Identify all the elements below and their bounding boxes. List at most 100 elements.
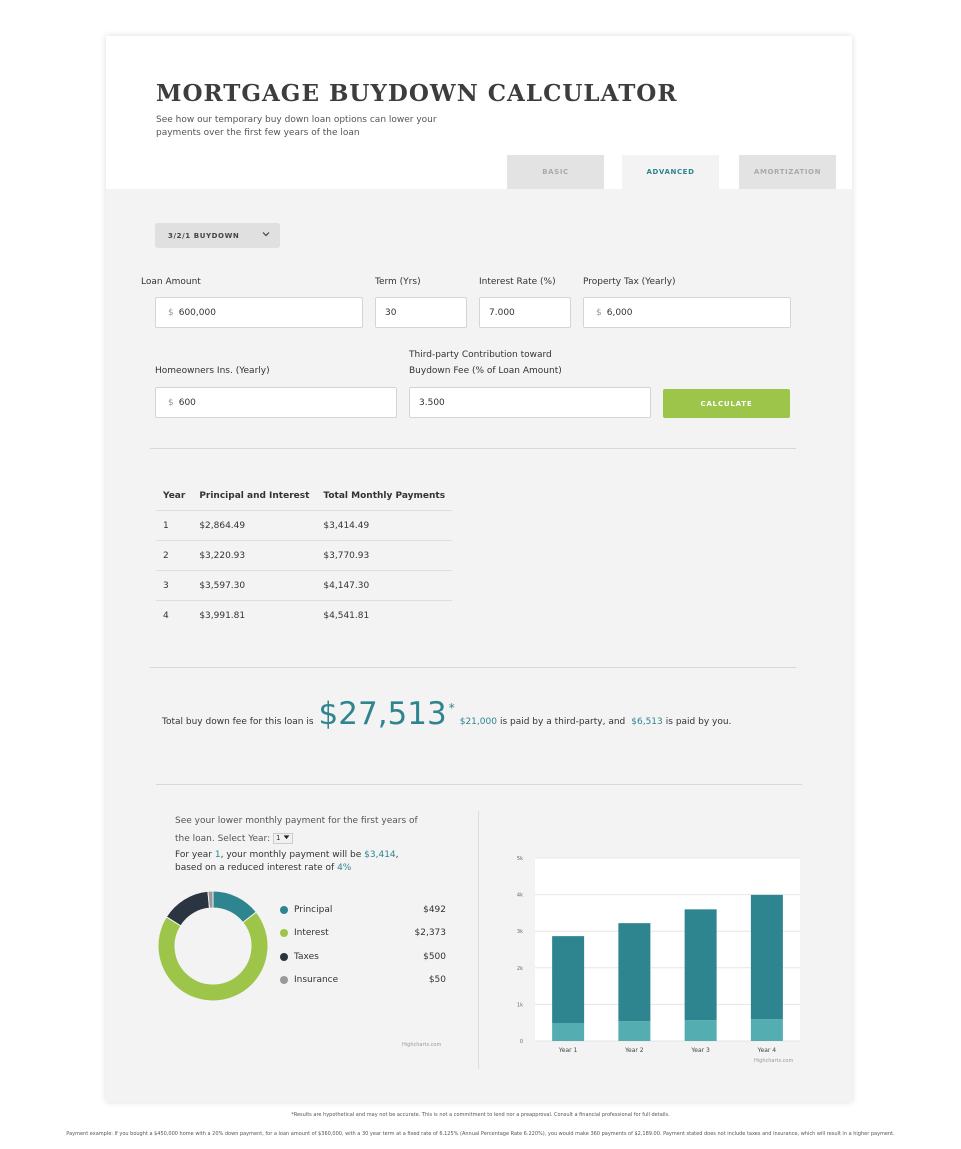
table-header-row: Year Principal and Interest Total Monthl… [156, 481, 453, 511]
legend-amount: $50 [428, 975, 446, 985]
bar-segment [684, 909, 717, 1021]
payment-donut-chart [157, 890, 269, 1002]
tab-amortization[interactable]: AMORTIZATION [739, 155, 836, 189]
contribution-value: 3.500 [419, 397, 445, 408]
total-fee-value: $27,513 [318, 696, 447, 732]
currency-symbol: $ [168, 307, 174, 318]
rate-text: based on a reduced interest rate of [175, 863, 335, 873]
legend-row-insurance: Insurance $50 [280, 973, 446, 987]
highcharts-credit[interactable]: Highcharts.com [754, 1058, 793, 1064]
column-header-year: Year [156, 481, 193, 511]
chevron-down-icon [283, 835, 290, 840]
term-input[interactable]: 30 [375, 297, 467, 328]
homeowners-ins-value: 600 [178, 397, 196, 408]
payment-example-text: Payment example: If you bought a $450,00… [66, 1131, 895, 1137]
term-label: Term (Yrs) [375, 277, 421, 287]
buydown-type-value: 3/2/1 BUYDOWN [168, 231, 240, 240]
contribution-label-line1: Third-party Contribution toward [409, 350, 552, 360]
table-row: 2 $3,220.93 $3,770.93 [156, 540, 453, 571]
table-row: 4 $3,991.81 $4,541.81 [156, 601, 452, 631]
y-tick-label: 0 [520, 1039, 523, 1045]
contribution-input[interactable]: 3.500 [409, 387, 651, 418]
page-title: MORTGAGE BUYDOWN CALCULATOR [156, 80, 678, 107]
legend-amount: $492 [423, 905, 446, 915]
year-payment-line: For year 1, your monthly payment will be… [175, 849, 475, 862]
year-text: , [395, 850, 399, 860]
table-cell: $3,220.93 [192, 540, 317, 571]
year-select-value: 1 [276, 834, 281, 842]
you-text: is paid by you. [665, 717, 732, 727]
calculator-card: MORTGAGE BUYDOWN CALCULATOR See how our … [106, 36, 852, 1118]
term-value: 30 [385, 307, 397, 318]
fee-prefix: Total buy down fee for this loan is [162, 717, 314, 727]
y-tick-label: 5k [517, 856, 523, 862]
intro-line1: See your lower monthly payment for the f… [175, 816, 418, 826]
rate-value: 4% [337, 863, 352, 873]
tab-advanced[interactable]: ADVANCED [622, 155, 719, 189]
legend-dot [280, 929, 288, 937]
chevron-down-icon [262, 232, 270, 237]
y-tick-label: 2k [517, 966, 523, 972]
homeowners-ins-input[interactable]: $600 [155, 387, 397, 418]
property-tax-label: Property Tax (Yearly) [583, 277, 676, 287]
x-tick-label: Year 4 [757, 1047, 777, 1054]
x-tick-label: Year 2 [624, 1047, 644, 1054]
y-tick-label: 3k [517, 929, 523, 935]
legend-label: Insurance [294, 975, 339, 985]
x-tick-label: Year 3 [690, 1047, 710, 1054]
loan-amount-input[interactable]: $600,000 [155, 297, 363, 328]
column-header-principal-interest: Principal and Interest [192, 481, 317, 511]
year-text: For year [175, 850, 213, 860]
interest-rate-value: 7.000 [489, 307, 515, 318]
legend-row-principal: Principal $492 [280, 903, 446, 917]
table-cell: $3,770.93 [316, 540, 453, 571]
table-cell: 4 [163, 610, 169, 621]
year-payment-summary: For year 1, your monthly payment will be… [175, 849, 475, 875]
buydown-type-select[interactable]: 3/2/1 BUYDOWN [155, 223, 280, 248]
bar-segment [750, 1019, 783, 1041]
legend-amount: $2,373 [414, 928, 447, 938]
legend-row-taxes: Taxes $500 [280, 950, 446, 964]
year-select[interactable]: 1 [273, 833, 293, 844]
page-subtitle: See how our temporary buy down loan opti… [156, 115, 437, 138]
table-cell: $3,597.30 [192, 570, 317, 601]
y-tick-label: 4k [517, 893, 523, 899]
you-amount: $6,513 [631, 717, 663, 727]
loan-amount-label: Loan Amount [141, 277, 201, 287]
yearly-payment-bar-chart: 0 1k 2k 3k 4k 5k Year 1 Year 2 Year 3 Year 4 [517, 856, 800, 1054]
homeowners-ins-label: Homeowners Ins. (Yearly) [155, 366, 270, 376]
interest-rate-input[interactable]: 7.000 [479, 297, 571, 328]
interest-rate-label: Interest Rate (%) [479, 277, 556, 287]
fee-summary: Total buy down fee for this loan is $27,… [162, 696, 731, 732]
currency-symbol: $ [596, 307, 602, 318]
intro-line2: the loan. Select Year: [175, 834, 271, 844]
contribution-label-line2: Buydown Fee (% of Loan Amount) [409, 366, 562, 376]
legend-dot [280, 953, 288, 961]
legend-amount: $500 [423, 952, 446, 962]
highcharts-credit[interactable]: Highcharts.com [402, 1042, 441, 1048]
table-cell: 2 [156, 540, 193, 571]
table-cell: 1 [156, 510, 193, 541]
property-tax-input[interactable]: $6,000 [583, 297, 791, 328]
currency-symbol: $ [168, 397, 174, 408]
legend-label: Principal [294, 905, 333, 915]
rate-line: based on a reduced interest rate of 4% [175, 862, 475, 875]
bar-segment [750, 894, 783, 1020]
payment-value: $3,414 [364, 850, 396, 860]
table-cell: $3,991.81 [199, 610, 246, 621]
intro-line2-wrap: the loan. Select Year: 1 [175, 830, 455, 848]
third-party-text: is paid by a third-party, and [499, 717, 626, 727]
legend-row-interest: Interest $2,373 [280, 926, 446, 940]
divider [150, 667, 796, 668]
table-cell: $4,147.30 [316, 570, 453, 601]
fee-asterisk: * [448, 701, 455, 715]
third-party-amount: $21,000 [459, 717, 497, 727]
tab-basic[interactable]: BASIC [507, 155, 604, 189]
column-header-total: Total Monthly Payments [316, 481, 453, 511]
bar-segment [684, 1020, 717, 1041]
x-tick-label: Year 1 [558, 1047, 578, 1054]
payment-table: Year Principal and Interest Total Monthl… [156, 481, 453, 631]
calculate-button[interactable]: CALCULATE [663, 389, 790, 418]
bar-segment [552, 936, 585, 1023]
table-cell: $4,541.81 [323, 610, 370, 621]
